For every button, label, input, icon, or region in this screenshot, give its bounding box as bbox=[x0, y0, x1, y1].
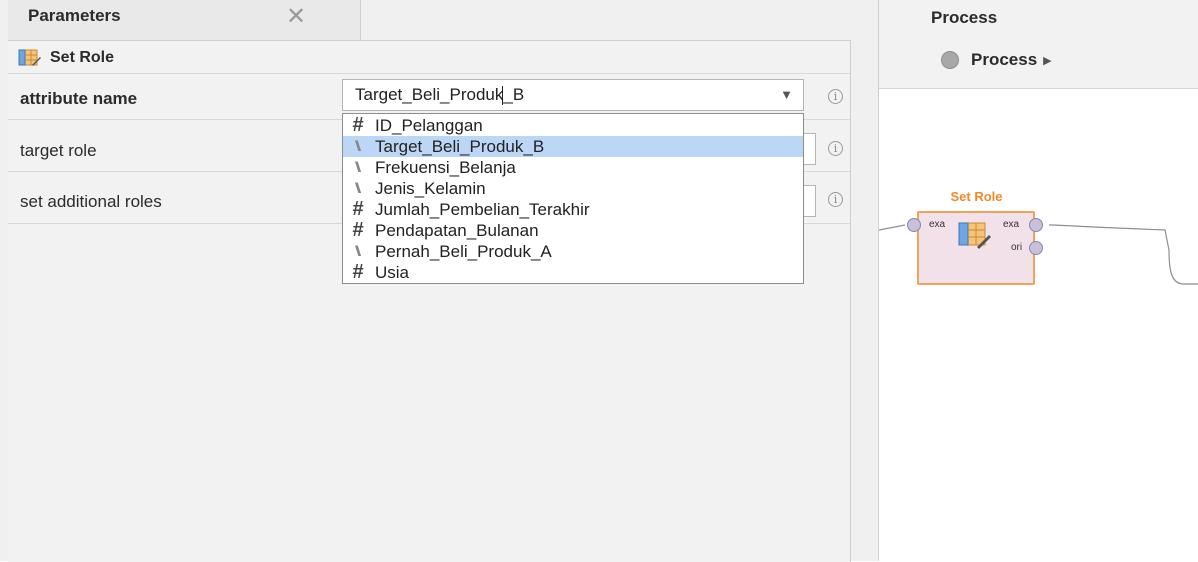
option-label: Jenis_Kelamin bbox=[375, 179, 486, 198]
input-port-label: exa bbox=[929, 219, 946, 230]
info-icon[interactable]: i bbox=[828, 192, 843, 207]
dropdown-option[interactable]: 🙽 Jenis_Kelamin bbox=[343, 178, 803, 199]
operator-header: Set Role bbox=[18, 47, 114, 69]
dropdown-option[interactable]: # ID_Pelanggan bbox=[343, 115, 803, 136]
nominal-attribute-icon: 🙽 bbox=[354, 138, 362, 154]
option-label: Usia bbox=[375, 263, 410, 282]
nominal-attribute-icon: 🙽 bbox=[354, 159, 362, 175]
set-role-operator[interactable]: exa exa ori bbox=[917, 211, 1035, 285]
close-icon[interactable]: ✕ bbox=[286, 2, 306, 31]
set-role-icon bbox=[18, 49, 41, 66]
option-label: Pernah_Beli_Produk_A bbox=[375, 242, 552, 261]
option-label: Pendapatan_Bulanan bbox=[375, 221, 539, 240]
divider bbox=[8, 73, 850, 74]
dropdown-option[interactable]: 🙽 Frekuensi_Belanja bbox=[343, 157, 803, 178]
attribute-name-combobox[interactable]: Target_Beli_Produk_B ▼ bbox=[342, 79, 804, 111]
dropdown-option[interactable]: # Usia bbox=[343, 262, 803, 283]
parameters-tab-title: Parameters bbox=[28, 6, 121, 25]
option-label: Target_Beli_Produk_B bbox=[375, 137, 545, 156]
info-icon[interactable]: i bbox=[828, 141, 843, 156]
parameters-tab[interactable]: Parameters ✕ bbox=[8, 0, 361, 40]
dropdown-option[interactable]: 🙽 Pernah_Beli_Produk_A bbox=[343, 241, 803, 262]
parameters-panel: Parameters ✕ Set Role attribute name Tar… bbox=[0, 0, 878, 562]
option-label: ID_Pelanggan bbox=[375, 116, 483, 135]
option-label: Jumlah_Pembelian_Terakhir bbox=[375, 200, 590, 219]
set-role-operator-name: Set Role bbox=[950, 189, 1003, 204]
output-port-ori[interactable] bbox=[1029, 241, 1043, 255]
dropdown-option-selected[interactable]: 🙽 Target_Beli_Produk_B bbox=[343, 136, 803, 157]
numeric-attribute-icon: # bbox=[352, 114, 364, 136]
option-label: Frekuensi_Belanja bbox=[375, 158, 516, 177]
operator-title: Set Role bbox=[50, 49, 115, 66]
dropdown-arrow-icon[interactable]: ▼ bbox=[780, 87, 793, 102]
dropdown-option[interactable]: # Jumlah_Pembelian_Terakhir bbox=[343, 199, 803, 220]
process-panel: Process Process ▶ Set Role exa exa ori bbox=[878, 0, 1198, 561]
numeric-attribute-icon: # bbox=[352, 219, 364, 241]
nominal-attribute-icon: 🙽 bbox=[354, 180, 362, 196]
attribute-name-value[interactable]: Target_Beli_Produk_B bbox=[355, 85, 524, 105]
info-icon[interactable]: i bbox=[828, 89, 843, 104]
numeric-attribute-icon: # bbox=[352, 198, 364, 220]
dropdown-option[interactable]: # Pendapatan_Bulanan bbox=[343, 220, 803, 241]
target-role-combobox-edge[interactable] bbox=[804, 133, 816, 165]
attribute-dropdown-list: # ID_Pelanggan 🙽 Target_Beli_Produk_B 🙽 … bbox=[342, 113, 804, 284]
param-label-attribute-name: attribute name bbox=[20, 89, 138, 108]
set-role-icon bbox=[958, 222, 991, 249]
input-port-exa[interactable] bbox=[907, 218, 921, 232]
output-port-exa[interactable] bbox=[1029, 218, 1043, 232]
output-port-label-exa: exa bbox=[1003, 219, 1020, 230]
param-label-target-role: target role bbox=[20, 141, 97, 160]
numeric-attribute-icon: # bbox=[352, 261, 364, 283]
text-caret bbox=[502, 86, 503, 105]
output-port-label-ori: ori bbox=[1011, 242, 1023, 253]
edit-list-button-edge[interactable] bbox=[804, 185, 816, 217]
param-label-set-additional-roles: set additional roles bbox=[20, 192, 162, 211]
nominal-attribute-icon: 🙽 bbox=[354, 243, 362, 259]
